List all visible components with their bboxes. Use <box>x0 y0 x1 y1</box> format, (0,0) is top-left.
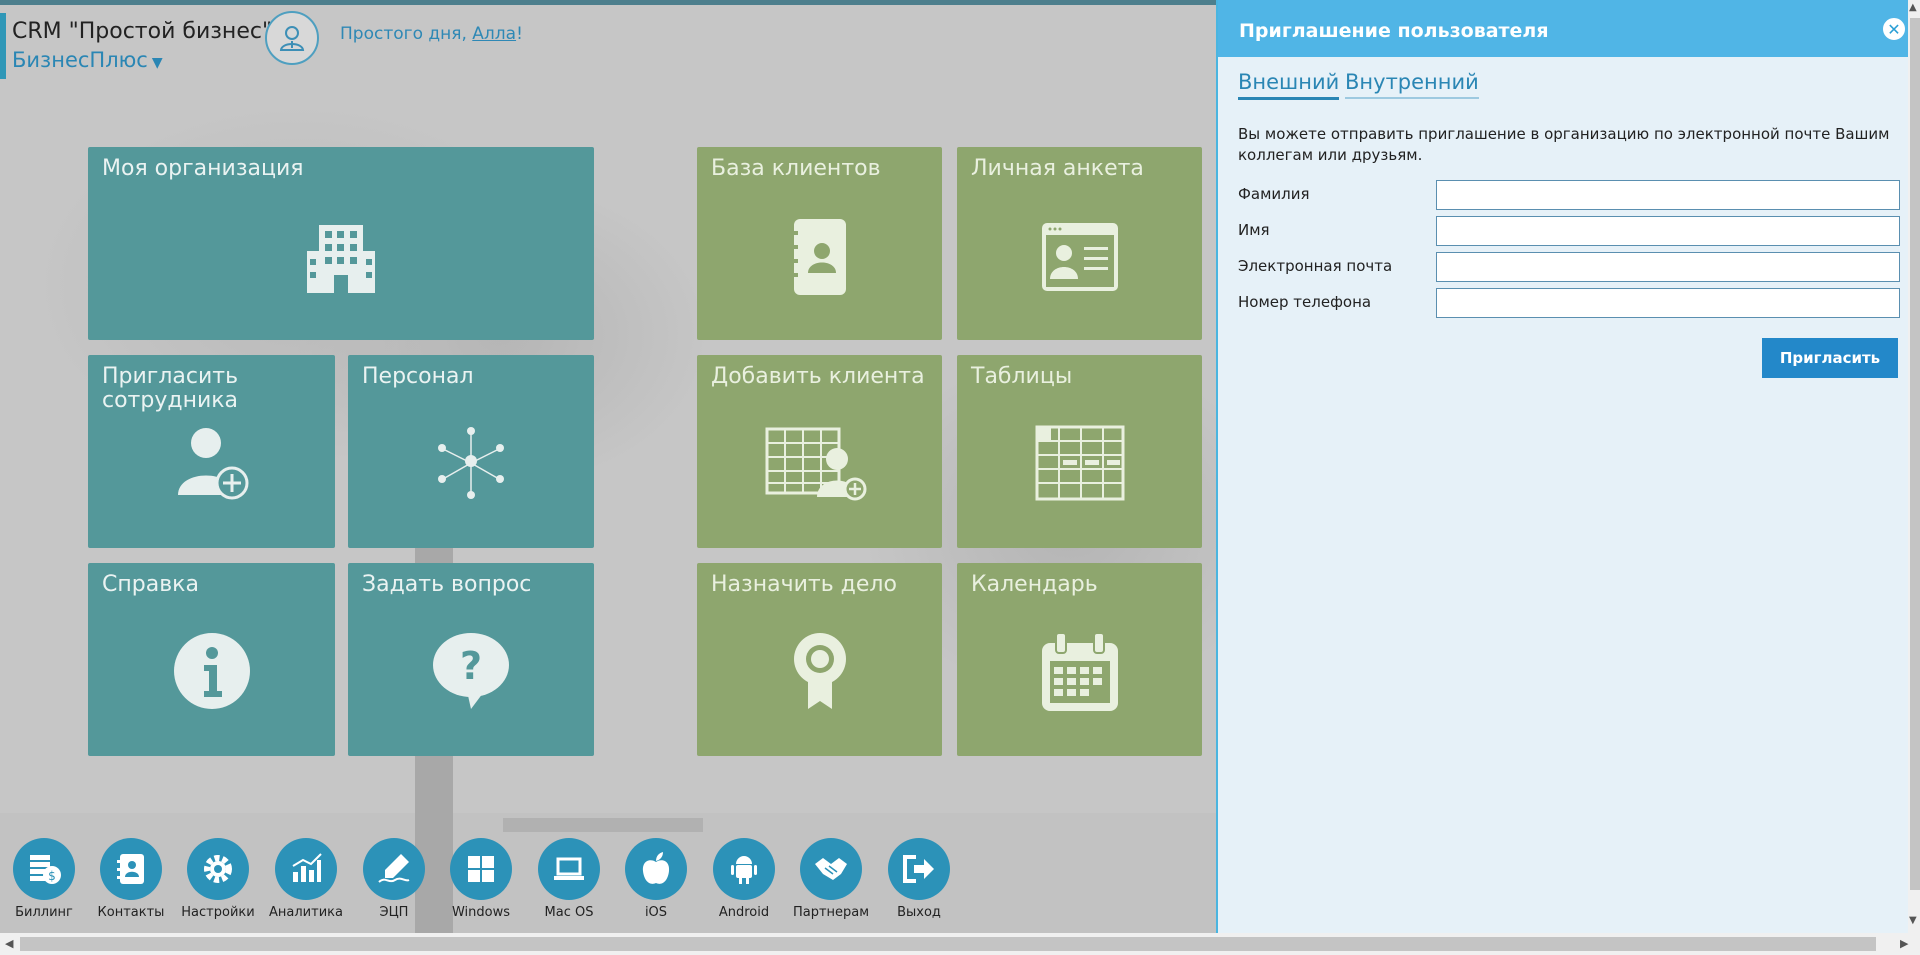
dock-contacts[interactable]: Контакты <box>91 838 171 920</box>
exit-icon <box>903 855 934 883</box>
invite-intro-text: Вы можете отправить приглашение в органи… <box>1238 125 1890 164</box>
dock-settings[interactable]: Настройки <box>178 838 258 920</box>
bar-chart-icon <box>292 853 322 882</box>
apple-icon <box>642 852 670 884</box>
contacts-icon <box>117 854 144 884</box>
network-people-icon <box>438 427 504 499</box>
windows-icon <box>468 856 494 882</box>
tile-client-base[interactable]: База клиентов <box>697 147 942 340</box>
firstname-label: Имя <box>1238 221 1270 239</box>
address-book-icon <box>789 219 846 295</box>
dock-analytics[interactable]: Аналитика <box>266 838 346 920</box>
dock-exit[interactable]: Выход <box>879 838 959 920</box>
hscroll-thumb[interactable] <box>20 937 1876 951</box>
tile-help[interactable]: Справка <box>88 563 335 756</box>
tile-staff[interactable]: Персонал <box>348 355 594 548</box>
signature-pen-icon <box>378 854 410 883</box>
app-title: CRM "Простой бизнес" <box>12 19 273 44</box>
row-firstname: Имя <box>1238 216 1918 246</box>
dock-macos[interactable]: Mac OS <box>529 838 609 920</box>
phone-label: Номер телефона <box>1238 293 1372 311</box>
org-name: БизнесПлюс <box>12 48 148 72</box>
dock-partners[interactable]: Партнерам <box>791 838 871 920</box>
building-icon <box>307 225 375 293</box>
tab-external[interactable]: Внешний <box>1238 70 1340 100</box>
scroll-up-icon[interactable]: ▲ <box>1909 2 1917 13</box>
dock-billing[interactable]: $ Биллинг <box>4 838 84 920</box>
user-icon <box>279 26 305 51</box>
lastname-label: Фамилия <box>1238 185 1310 203</box>
invite-user-panel: Приглашение пользователя ✕ Внешний Внутр… <box>1216 0 1920 933</box>
tile-add-client[interactable]: Добавить клиента <box>697 355 942 548</box>
row-phone: Номер телефона <box>1238 288 1918 318</box>
tile-my-organization[interactable]: Моя организация <box>88 147 594 340</box>
close-button[interactable]: ✕ <box>1881 16 1907 42</box>
row-email: Электронная почта <box>1238 252 1918 282</box>
scroll-down-icon[interactable]: ▼ <box>1909 915 1917 926</box>
gear-icon <box>204 855 232 883</box>
svg-text:$: $ <box>48 869 56 883</box>
android-icon <box>731 856 757 884</box>
table-icon <box>1035 425 1124 501</box>
caret-down-icon: ▼ <box>151 55 163 71</box>
dock-android[interactable]: Android <box>704 838 784 920</box>
header-accent-bar <box>0 13 6 79</box>
billing-icon: $ <box>30 855 61 884</box>
svg-text:?: ? <box>460 644 482 688</box>
dock-ios[interactable]: iOS <box>616 838 696 920</box>
scroll-right-icon[interactable]: ▶ <box>1900 937 1908 950</box>
tab-internal[interactable]: Внутренний <box>1345 70 1479 99</box>
org-selector[interactable]: БизнесПлюс ▼ <box>12 48 163 72</box>
firstname-input[interactable] <box>1436 216 1900 246</box>
add-client-table-icon <box>765 427 866 501</box>
user-name-link[interactable]: Алла <box>472 24 516 44</box>
dock-ecp[interactable]: ЭЦП <box>354 838 434 920</box>
phone-input[interactable] <box>1436 288 1900 318</box>
calendar-icon <box>1041 632 1118 711</box>
panel-header: Приглашение пользователя ✕ <box>1218 0 1908 57</box>
tile-calendar[interactable]: Календарь <box>957 563 1202 756</box>
id-card-icon <box>1041 223 1118 291</box>
lastname-input[interactable] <box>1436 180 1900 210</box>
tile-invite-employee[interactable]: Пригласить сотрудника <box>88 355 335 548</box>
info-icon <box>173 633 250 709</box>
handshake-icon <box>815 858 847 880</box>
award-badge-icon <box>793 633 846 709</box>
tile-assign-task[interactable]: Назначить дело <box>697 563 942 756</box>
question-bubble-icon: ? <box>433 633 509 709</box>
laptop-icon <box>554 857 584 880</box>
close-icon: ✕ <box>1887 19 1901 39</box>
dock-windows[interactable]: Windows <box>441 838 521 920</box>
tile-tables[interactable]: Таблицы <box>957 355 1202 548</box>
panel-title: Приглашение пользователя <box>1239 20 1549 42</box>
scrollbar-thumb[interactable] <box>1910 18 1920 890</box>
email-input[interactable] <box>1436 252 1900 282</box>
tile-ask-question[interactable]: Задать вопрос ? <box>348 563 594 756</box>
greeting: Простого дня, Алла! <box>340 24 523 44</box>
horizontal-scrollbar[interactable]: ◀ ▶ <box>0 933 1920 955</box>
panel-vertical-scrollbar[interactable]: ▲ ▼ <box>1908 0 1920 933</box>
tile-personal-profile[interactable]: Личная анкета <box>957 147 1202 340</box>
email-label: Электронная почта <box>1238 257 1393 275</box>
row-lastname: Фамилия <box>1238 180 1918 210</box>
scroll-left-icon[interactable]: ◀ <box>5 937 13 950</box>
add-user-icon <box>177 428 248 500</box>
invite-button[interactable]: Пригласить <box>1762 338 1898 378</box>
user-avatar[interactable] <box>265 11 319 65</box>
